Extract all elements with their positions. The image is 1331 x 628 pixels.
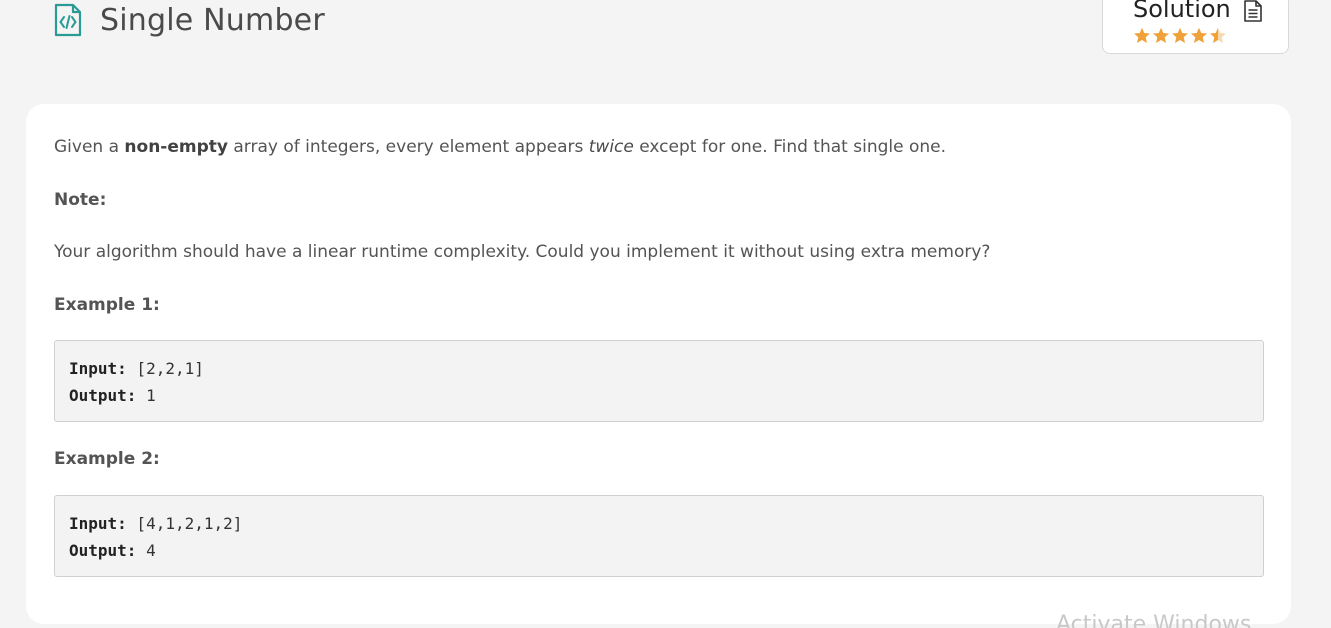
rating-stars	[1133, 27, 1227, 44]
page: Single Number Solution Given a non-empty…	[0, 0, 1331, 628]
problem-header: Single Number	[54, 0, 325, 40]
star-icon	[1191, 27, 1207, 43]
problem-card: Given a non-empty array of integers, eve…	[26, 104, 1291, 624]
example-2-input-line: Input: [4,1,2,1,2]	[69, 514, 242, 533]
input-label: Input:	[69, 514, 127, 533]
description-text: array of integers, every element appears	[227, 137, 589, 157]
example-1-input-line: Input: [2,2,1]	[69, 359, 204, 378]
description-italic: twice	[588, 137, 634, 157]
description-bold: non-empty	[124, 137, 228, 157]
example-2-code: Input: [4,1,2,1,2] Output: 4	[54, 495, 1264, 577]
document-icon	[1244, 0, 1262, 22]
star-icon	[1153, 27, 1169, 43]
solution-label: Solution	[1133, 0, 1231, 23]
example-2-heading: Example 2:	[54, 449, 160, 469]
output-label: Output:	[69, 541, 137, 560]
output-value: 1	[136, 386, 156, 405]
example-1-code: Input: [2,2,1] Output: 1	[54, 340, 1264, 422]
star-icon	[1172, 27, 1188, 43]
problem-description: Given a non-empty array of integers, eve…	[54, 137, 946, 157]
solution-button[interactable]: Solution	[1102, 0, 1289, 54]
note-heading: Note:	[54, 190, 107, 210]
page-title: Single Number	[100, 2, 325, 38]
note-text: Your algorithm should have a linear runt…	[54, 242, 991, 262]
output-label: Output:	[69, 386, 137, 405]
output-value: 4	[136, 541, 156, 560]
os-watermark: Activate Windows	[1056, 612, 1252, 628]
description-text: Given a	[54, 137, 125, 157]
example-2-output-line: Output: 4	[69, 541, 156, 560]
input-value: [4,1,2,1,2]	[126, 514, 243, 533]
input-value: [2,2,1]	[126, 359, 204, 378]
input-label: Input:	[69, 359, 127, 378]
star-icon	[1134, 27, 1150, 43]
code-file-icon	[54, 3, 82, 37]
example-1-output-line: Output: 1	[69, 386, 156, 405]
example-1-heading: Example 1:	[54, 295, 160, 315]
star-icon	[1210, 27, 1226, 43]
description-text: except for one. Find that single one.	[633, 137, 947, 157]
